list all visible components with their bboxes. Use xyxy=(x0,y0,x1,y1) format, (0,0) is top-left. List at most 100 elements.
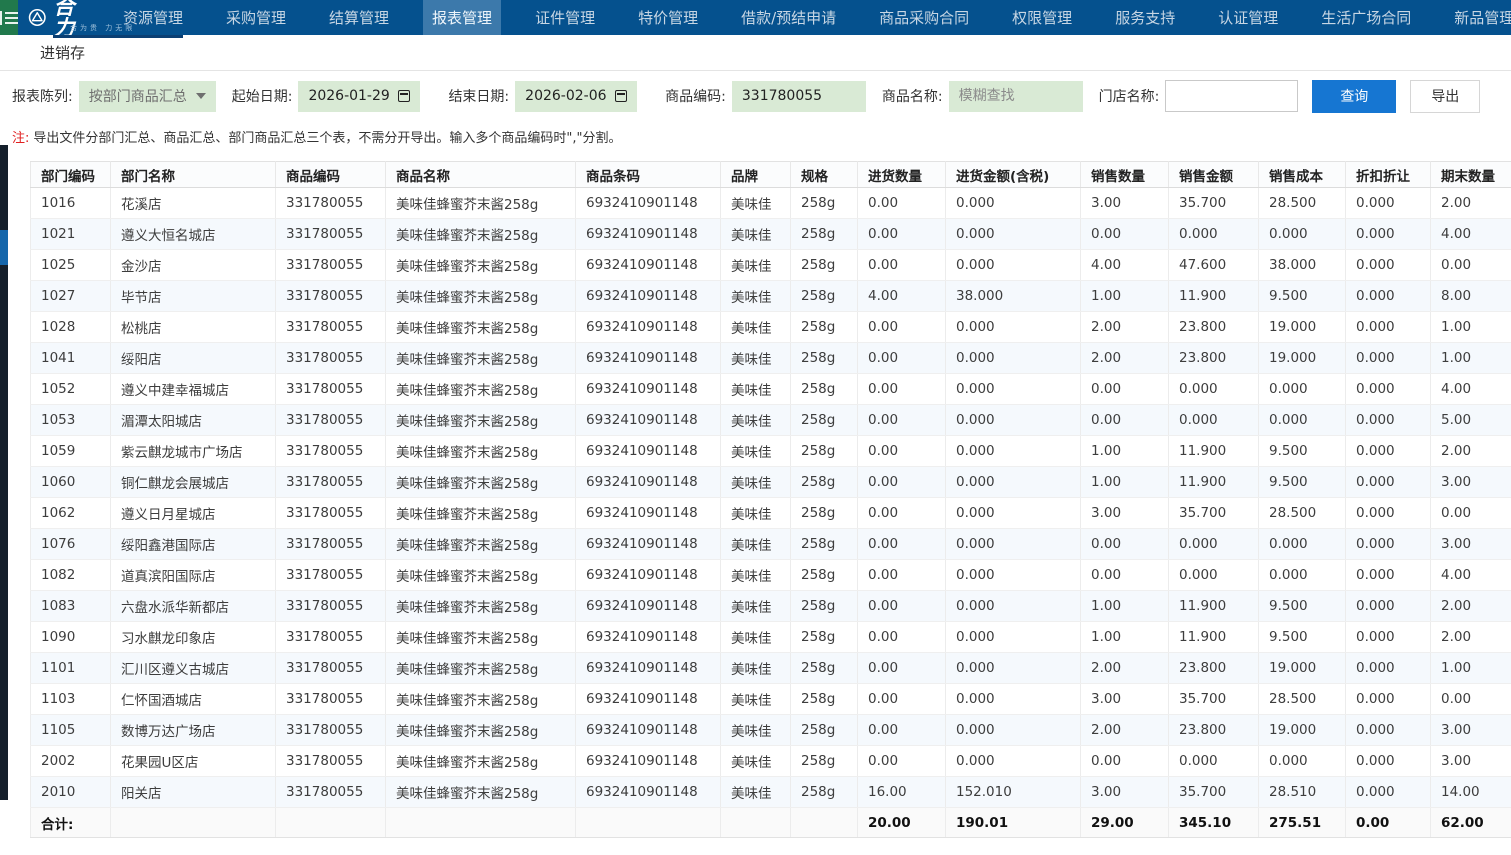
nav-item-permission[interactable]: 权限管理 xyxy=(1003,0,1081,35)
sidebar-toggle-button[interactable] xyxy=(0,0,18,35)
table-cell: 0.00 xyxy=(858,250,946,281)
table-cell: 35.700 xyxy=(1169,777,1259,808)
table-cell: 遵义日月星城店 xyxy=(111,498,276,529)
table-cell: 152.010 xyxy=(946,777,1081,808)
table-cell: 美味佳 xyxy=(721,343,791,374)
table-cell: 331780055 xyxy=(276,312,386,343)
table-cell: 0.00 xyxy=(858,343,946,374)
table-cell: 0.00 xyxy=(858,560,946,591)
total-cell: 275.51 xyxy=(1259,808,1346,838)
table-cell: 美味佳 xyxy=(721,312,791,343)
nav-item-service-support[interactable]: 服务支持 xyxy=(1106,0,1184,35)
table-cell: 美味佳蜂蜜芥末酱258g xyxy=(386,715,576,746)
nav-item-certification[interactable]: 认证管理 xyxy=(1209,0,1287,35)
table-cell: 0.000 xyxy=(946,715,1081,746)
query-button[interactable]: 查询 xyxy=(1312,80,1396,113)
table-cell: 1062 xyxy=(31,498,111,529)
nav-item-loan-presettle[interactable]: 借款/预结申请 xyxy=(732,0,845,35)
product-name-input[interactable] xyxy=(949,81,1083,112)
scrollbar-thumb[interactable] xyxy=(0,230,8,265)
table-cell: 331780055 xyxy=(276,560,386,591)
note-prefix: 注: xyxy=(12,127,29,146)
table-cell: 美味佳蜂蜜芥末酱258g xyxy=(386,312,576,343)
table-cell: 0.00 xyxy=(1081,374,1169,405)
total-cell: 29.00 xyxy=(1081,808,1169,838)
table-cell: 6932410901148 xyxy=(576,188,721,219)
table-cell: 0.000 xyxy=(1259,405,1346,436)
table-cell: 2.00 xyxy=(1081,312,1169,343)
table-cell: 美味佳蜂蜜芥末酱258g xyxy=(386,436,576,467)
nav-item-purchase[interactable]: 采购管理 xyxy=(217,0,295,35)
tab-purchase-sale-inventory[interactable]: 进销存 xyxy=(40,42,85,63)
nav-item-settlement[interactable]: 结算管理 xyxy=(320,0,398,35)
end-date-field[interactable]: 2026-02-06 xyxy=(515,81,637,112)
table-row: 1062遵义日月星城店331780055美味佳蜂蜜芥末酱258g69324109… xyxy=(31,498,1511,529)
table-cell: 0.000 xyxy=(1346,312,1431,343)
table-cell: 258g xyxy=(791,777,858,808)
product-name-label: 商品名称: xyxy=(882,86,943,106)
table-cell: 美味佳蜂蜜芥末酱258g xyxy=(386,746,576,777)
start-date-field[interactable]: 2026-01-29 xyxy=(298,81,420,112)
report-type-select[interactable]: 按部门商品汇总 xyxy=(79,81,216,112)
note-row: 注: 导出文件分部门汇总、商品汇总、部门商品汇总三个表，不需分开导出。输入多个商… xyxy=(0,121,1511,151)
table-cell: 1105 xyxy=(31,715,111,746)
table-cell: 0.000 xyxy=(946,653,1081,684)
table-cell: 美味佳蜂蜜芥末酱258g xyxy=(386,405,576,436)
table-cell: 258g xyxy=(791,188,858,219)
table-cell: 0.000 xyxy=(1346,653,1431,684)
nav-item-special-price[interactable]: 特价管理 xyxy=(629,0,707,35)
table-row: 1082道真滨阳国际店331780055美味佳蜂蜜芥末酱258g69324109… xyxy=(31,560,1511,591)
table-cell: 道真滨阳国际店 xyxy=(111,560,276,591)
nav-item-purchase-contract[interactable]: 商品采购合同 xyxy=(870,0,978,35)
table-cell: 14.00 xyxy=(1431,777,1511,808)
table-cell: 23.800 xyxy=(1169,312,1259,343)
col-purchase-amount: 进货金额(含税) xyxy=(946,162,1081,188)
table-cell: 汇川区遵义古城店 xyxy=(111,653,276,684)
export-button[interactable]: 导出 xyxy=(1410,80,1480,113)
table-cell: 2.00 xyxy=(1431,188,1511,219)
col-barcode: 商品条码 xyxy=(576,162,721,188)
table-cell: 6932410901148 xyxy=(576,498,721,529)
table-cell: 0.000 xyxy=(946,529,1081,560)
table-cell: 美味佳 xyxy=(721,498,791,529)
nav-item-report[interactable]: 报表管理 xyxy=(423,0,501,35)
table-cell: 11.900 xyxy=(1169,281,1259,312)
table-cell: 11.900 xyxy=(1169,436,1259,467)
nav-item-new-product[interactable]: 新品管理 xyxy=(1445,0,1511,35)
table-cell: 6932410901148 xyxy=(576,591,721,622)
store-name-input[interactable] xyxy=(1165,80,1298,112)
table-cell: 仁怀国酒城店 xyxy=(111,684,276,715)
brand-slogan: 合为贵 力无限 xyxy=(70,23,135,33)
total-cell: 345.10 xyxy=(1169,808,1259,838)
table-cell: 0.000 xyxy=(1346,436,1431,467)
table-cell: 19.000 xyxy=(1259,312,1346,343)
table-cell: 0.000 xyxy=(946,467,1081,498)
table-cell: 绥阳鑫港国际店 xyxy=(111,529,276,560)
table-row: 1101汇川区遵义古城店331780055美味佳蜂蜜芥末酱258g6932410… xyxy=(31,653,1511,684)
table-cell: 美味佳 xyxy=(721,622,791,653)
report-type-value: 按部门商品汇总 xyxy=(89,86,187,106)
product-code-input[interactable] xyxy=(732,81,866,112)
table-row: 1076绥阳鑫港国际店331780055美味佳蜂蜜芥末酱258g69324109… xyxy=(31,529,1511,560)
col-sales-amount: 销售金额 xyxy=(1169,162,1259,188)
col-brand: 品牌 xyxy=(721,162,791,188)
table-cell: 美味佳蜂蜜芥末酱258g xyxy=(386,684,576,715)
table-cell: 3.00 xyxy=(1431,529,1511,560)
table-cell: 258g xyxy=(791,281,858,312)
table-cell: 0.000 xyxy=(946,188,1081,219)
table-cell: 0.000 xyxy=(1259,529,1346,560)
table-cell: 美味佳 xyxy=(721,188,791,219)
table-cell: 0.00 xyxy=(858,436,946,467)
total-cell: 190.01 xyxy=(946,808,1081,838)
table-cell: 1.00 xyxy=(1081,591,1169,622)
table-cell: 美味佳蜂蜜芥末酱258g xyxy=(386,777,576,808)
table-cell: 331780055 xyxy=(276,405,386,436)
table-cell: 331780055 xyxy=(276,343,386,374)
nav-item-certificate[interactable]: 证件管理 xyxy=(526,0,604,35)
table-cell: 六盘水派华新都店 xyxy=(111,591,276,622)
table-cell: 3.00 xyxy=(1081,684,1169,715)
table-cell: 花溪店 xyxy=(111,188,276,219)
nav-item-life-plaza-contract[interactable]: 生活广场合同 xyxy=(1312,0,1420,35)
table-cell: 16.00 xyxy=(858,777,946,808)
table-cell: 0.000 xyxy=(1346,684,1431,715)
